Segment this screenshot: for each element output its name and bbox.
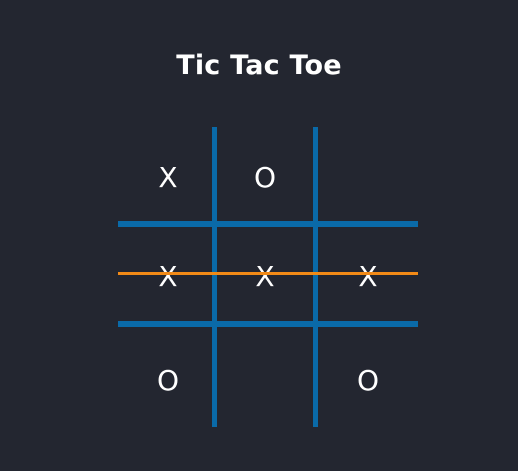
cell-6[interactable]: O bbox=[118, 330, 218, 430]
grid-line-vertical-2 bbox=[313, 127, 318, 427]
cell-7[interactable] bbox=[215, 330, 315, 430]
cell-4[interactable]: X bbox=[215, 226, 315, 326]
game-title: Tic Tac Toe bbox=[176, 50, 342, 81]
cell-0[interactable]: X bbox=[118, 127, 218, 227]
game-board: X O X X X O O bbox=[118, 127, 418, 427]
cell-5[interactable]: X bbox=[318, 226, 418, 326]
cell-1[interactable]: O bbox=[215, 127, 315, 227]
grid-line-horizontal-1 bbox=[118, 221, 418, 227]
cell-2[interactable] bbox=[318, 127, 418, 227]
grid-line-vertical-1 bbox=[212, 127, 217, 427]
cell-8[interactable]: O bbox=[318, 330, 418, 430]
cell-3[interactable]: X bbox=[118, 226, 218, 326]
grid-line-horizontal-2 bbox=[118, 321, 418, 327]
winning-line bbox=[118, 272, 418, 275]
